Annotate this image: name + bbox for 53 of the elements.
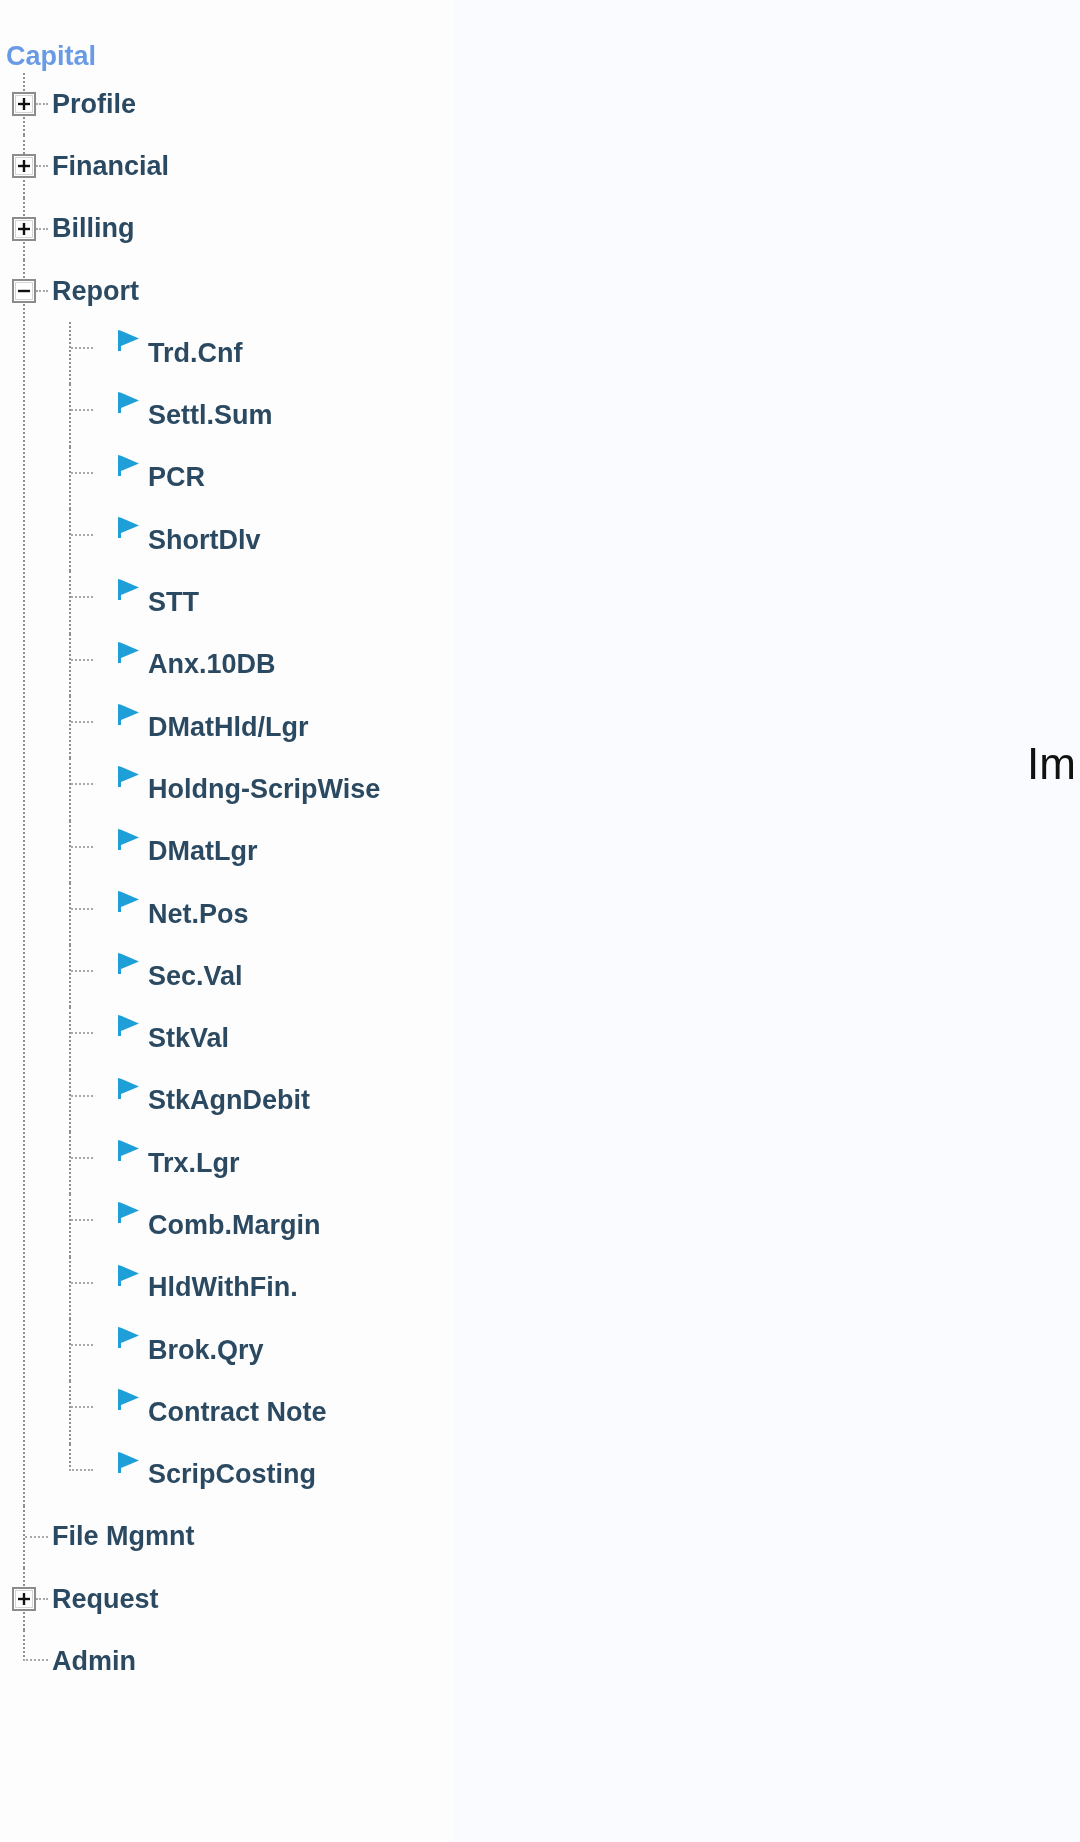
tree-item[interactable]: Contract Note (148, 1396, 327, 1428)
flag-icon (118, 579, 139, 601)
tree-item[interactable]: ShortDlv (148, 524, 261, 556)
flag-icon (118, 1077, 139, 1099)
flag-icon (118, 454, 139, 476)
tree-item[interactable]: Anx.10DB (148, 649, 276, 681)
tree-item[interactable]: STT (148, 587, 199, 618)
tree-item[interactable]: Sec.Val (148, 960, 243, 992)
tree-item[interactable]: Profile (52, 88, 137, 120)
plus-box-icon[interactable] (12, 92, 36, 117)
minus-box-icon[interactable] (12, 279, 36, 304)
tree-item[interactable]: Report (52, 275, 139, 307)
flag-icon (118, 1451, 139, 1473)
flag-icon (118, 392, 139, 414)
tree-item[interactable]: Admin (52, 1646, 136, 1678)
flag-icon (118, 1264, 139, 1286)
tree-item[interactable]: Billing (52, 213, 135, 245)
plus-box-icon[interactable] (12, 216, 36, 241)
tree-item[interactable]: Brok.Qry (148, 1334, 264, 1366)
flag-icon (118, 890, 139, 912)
tree-item[interactable]: Holdng-ScripWise (148, 773, 381, 805)
tree-item[interactable]: StkVal (148, 1023, 230, 1055)
tree-item[interactable]: StkAgnDebit (148, 1085, 310, 1117)
tree-elbow-line (69, 1443, 93, 1471)
tree-item[interactable]: DMatHld/Lgr (148, 711, 309, 743)
flag-icon (118, 953, 139, 975)
flag-icon (118, 517, 139, 539)
tree-item[interactable]: Trd.Cnf (148, 337, 243, 369)
tree-item[interactable]: Net.Pos (148, 898, 249, 930)
flag-icon (118, 330, 139, 352)
flag-icon (118, 828, 139, 850)
flag-icon (118, 1326, 139, 1348)
plus-box-icon[interactable] (12, 154, 36, 179)
tree-item[interactable]: ScripCosting (148, 1459, 316, 1491)
flag-icon (118, 766, 139, 788)
flag-icon (118, 1389, 139, 1411)
tree-item[interactable]: Settl.Sum (148, 400, 273, 432)
tree-item[interactable]: File Mgmnt (52, 1521, 195, 1553)
flag-icon (118, 703, 139, 725)
tree-item[interactable]: DMatLgr (148, 836, 258, 868)
tree-item[interactable]: Trx.Lgr (148, 1147, 240, 1179)
tree-elbow-line (23, 1630, 48, 1662)
flag-icon (118, 641, 139, 663)
flag-icon (118, 1140, 139, 1162)
plus-box-icon[interactable] (12, 1587, 36, 1612)
tree-item[interactable]: Request (52, 1583, 159, 1615)
tree-item[interactable]: HldWithFin. (148, 1272, 298, 1304)
flag-icon (118, 1015, 139, 1037)
flag-icon (118, 1202, 139, 1224)
tree-item[interactable]: Comb.Margin (148, 1210, 321, 1241)
tree-item[interactable]: Financial (52, 150, 170, 182)
tree-item[interactable]: PCR (148, 462, 205, 494)
content-text: Im (1027, 742, 1076, 786)
